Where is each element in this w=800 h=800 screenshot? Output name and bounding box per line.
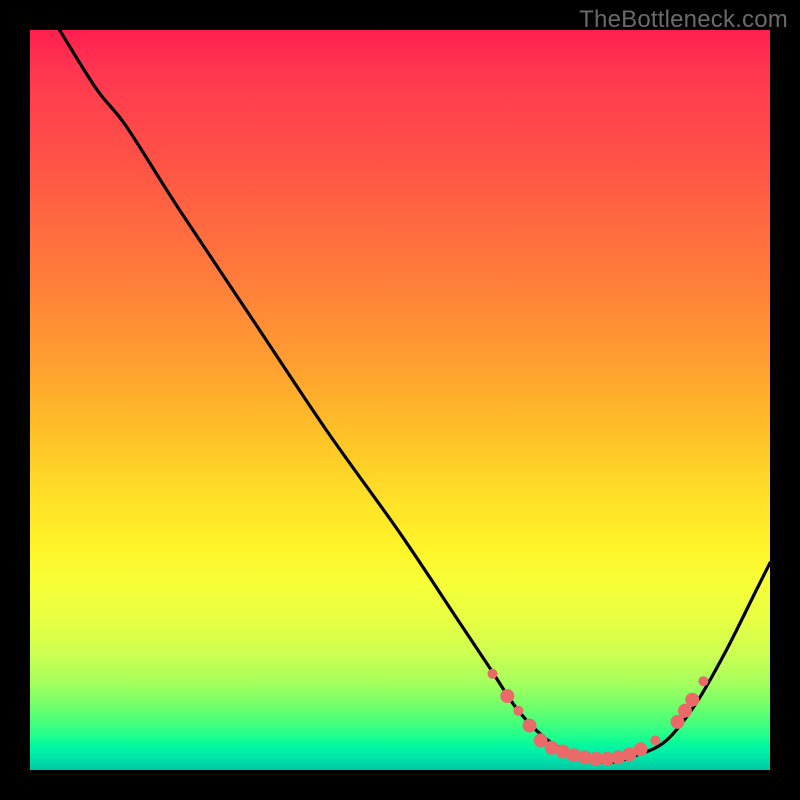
chart-overlay bbox=[30, 30, 770, 770]
watermark-text: TheBottleneck.com bbox=[579, 6, 788, 34]
chart-frame: TheBottleneck.com bbox=[0, 0, 800, 800]
highlight-dot bbox=[634, 742, 648, 756]
highlight-dot bbox=[513, 706, 523, 716]
highlight-dot bbox=[523, 719, 537, 733]
highlight-dot bbox=[500, 689, 514, 703]
highlight-dots bbox=[488, 669, 709, 766]
highlight-dot bbox=[650, 735, 660, 745]
highlight-dot bbox=[685, 693, 699, 707]
plot-area bbox=[30, 30, 770, 770]
highlight-dot bbox=[698, 676, 708, 686]
bottleneck-curve bbox=[60, 30, 770, 763]
highlight-dot bbox=[488, 669, 498, 679]
